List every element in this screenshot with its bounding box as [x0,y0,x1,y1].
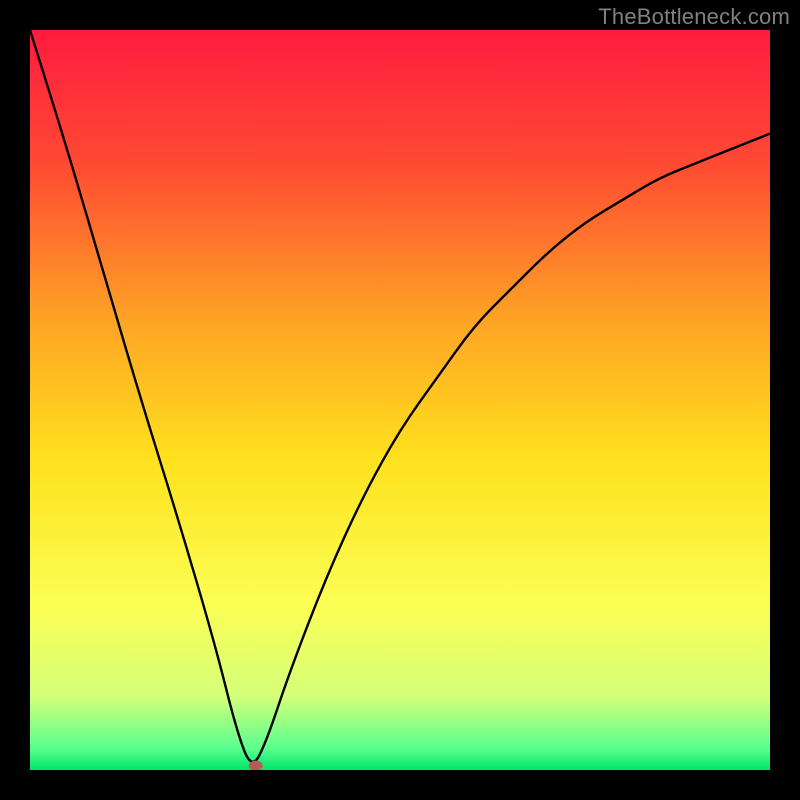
chart-frame: TheBottleneck.com [0,0,800,800]
attribution-label: TheBottleneck.com [598,4,790,30]
plot-area [30,30,770,770]
bottleneck-chart [30,30,770,770]
